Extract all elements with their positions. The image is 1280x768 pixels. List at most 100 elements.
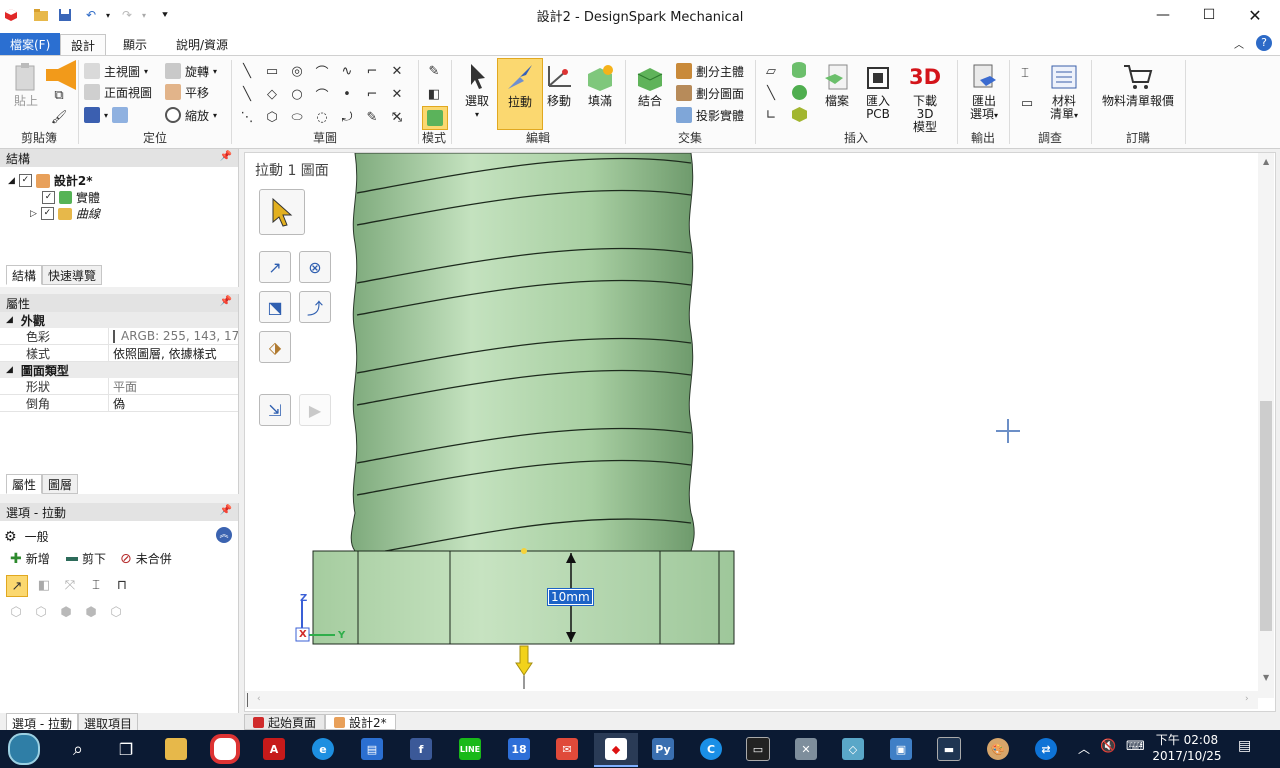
- offset-face-icon[interactable]: ⬢: [56, 602, 76, 622]
- home-view-button[interactable]: 主視圖 ▾: [84, 61, 148, 81]
- origin-icon[interactable]: ∟: [762, 106, 780, 124]
- spline-icon[interactable]: ∿: [338, 62, 356, 80]
- volume-muted-icon[interactable]: 🔇: [1100, 739, 1116, 754]
- scroll-right-icon[interactable]: ›: [1245, 694, 1249, 704]
- cylinder-icon[interactable]: [792, 62, 806, 78]
- tab-display[interactable]: 顯示: [113, 34, 157, 55]
- three-point-circle-icon[interactable]: ○: [288, 85, 306, 103]
- up-to-guide-button[interactable]: ⇲: [259, 394, 291, 426]
- corner-icon[interactable]: ⌐: [363, 62, 381, 80]
- tangent-line-icon[interactable]: ╲: [238, 85, 256, 103]
- pin-icon[interactable]: 📌: [220, 151, 232, 162]
- notification-icon[interactable]: ▤: [1238, 738, 1251, 754]
- measure-icon[interactable]: ⌶: [1016, 64, 1034, 82]
- select-guide-button[interactable]: [259, 189, 305, 235]
- import-pcb-button[interactable]: 匯入 PCB: [856, 62, 900, 121]
- tab-file[interactable]: 檔案(F): [0, 33, 61, 55]
- sweep-icon[interactable]: ⤧: [60, 575, 80, 595]
- fill-button[interactable]: 填滿: [578, 62, 622, 108]
- model-canvas[interactable]: [245, 153, 1263, 698]
- dimension-input[interactable]: 10mm: [547, 588, 594, 606]
- scroll-up-icon[interactable]: ▲: [1263, 157, 1269, 166]
- checkbox-icon[interactable]: ✓: [40, 207, 54, 220]
- pin-icon[interactable]: 📌: [220, 505, 232, 516]
- vertical-scrollbar[interactable]: ▲ ▼: [1258, 153, 1274, 698]
- network-tool-icon[interactable]: ✕: [786, 733, 826, 765]
- facebook-icon[interactable]: f: [401, 733, 441, 765]
- revolve-guide-button[interactable]: ⊗: [299, 251, 331, 283]
- pencil-icon[interactable]: ✎: [363, 108, 381, 126]
- circle-icon[interactable]: ◎: [288, 62, 306, 80]
- point-icon[interactable]: •: [338, 85, 356, 103]
- tab-design-doc[interactable]: 設計2*: [325, 714, 396, 730]
- offset-icon[interactable]: ⌐: [363, 85, 381, 103]
- terminal-icon[interactable]: ▭: [738, 733, 778, 765]
- both-sides-icon[interactable]: ⬡: [6, 602, 26, 622]
- tree-root[interactable]: ◢ ✓ 設計2*: [8, 172, 93, 189]
- collapse-arrow-icon[interactable]: ◢: [8, 176, 15, 186]
- revolve-icon[interactable]: ◧: [34, 575, 54, 595]
- scroll-left-icon[interactable]: ‹: [257, 694, 261, 704]
- split-body-button[interactable]: 劃分主體: [676, 61, 744, 81]
- blend-icon[interactable]: ⊓: [112, 575, 132, 595]
- python-icon[interactable]: Py: [643, 733, 683, 765]
- property-value[interactable]: 依照圖層, 依據樣式: [108, 345, 238, 361]
- collapse-section-icon[interactable]: ︽: [216, 527, 232, 543]
- tab-structure[interactable]: 結構: [6, 265, 43, 285]
- collapse-arrow-icon[interactable]: ◢: [6, 365, 13, 375]
- reader-icon[interactable]: ▤: [352, 733, 392, 765]
- tree-item-curves[interactable]: ▷ ✓ 曲線: [30, 205, 100, 222]
- bom-button[interactable]: 材料 清單▾: [1042, 62, 1086, 122]
- project-button[interactable]: 投影實體: [676, 105, 744, 125]
- polygon-icon[interactable]: ⬡: [263, 108, 281, 126]
- shell-icon[interactable]: [792, 107, 807, 122]
- chrome-icon[interactable]: [205, 733, 245, 765]
- draft-icon[interactable]: ⌶: [86, 575, 106, 595]
- property-category-appearance[interactable]: ◢ 外觀: [0, 312, 238, 328]
- teamviewer-icon[interactable]: ⇄: [1026, 733, 1066, 765]
- start-button[interactable]: [4, 733, 44, 765]
- search-icon[interactable]: ⌕: [58, 733, 98, 765]
- line-icon[interactable]: ╲: [238, 62, 256, 80]
- plane-icon[interactable]: ▱: [762, 62, 780, 80]
- direction-guide-button[interactable]: ↗: [259, 251, 291, 283]
- tab-help[interactable]: 說明/資源: [166, 34, 238, 55]
- tray-chevron-icon[interactable]: ︿: [1078, 740, 1090, 757]
- add-option[interactable]: ✚ 新增: [10, 550, 50, 567]
- copy-icon[interactable]: ⧉: [50, 86, 68, 104]
- tab-properties[interactable]: 屬性: [6, 474, 43, 494]
- draft-guide-button[interactable]: ⬔: [259, 291, 291, 323]
- collapse-arrow-icon[interactable]: ◢: [6, 315, 13, 325]
- paint-icon[interactable]: 🎨: [978, 733, 1018, 765]
- view-cube-button[interactable]: ▾: [84, 105, 129, 125]
- pdf-icon[interactable]: A: [254, 733, 294, 765]
- task-view-icon[interactable]: ❐: [106, 733, 146, 765]
- export-options-button[interactable]: 匯出 選項▾: [962, 62, 1006, 122]
- gmail-icon[interactable]: ✉: [547, 733, 587, 765]
- property-row-style[interactable]: 樣式 依照圖層, 依據樣式: [0, 345, 238, 362]
- help-icon[interactable]: ?: [1256, 35, 1272, 51]
- property-category-face-type[interactable]: ◢ 圖面類型: [0, 362, 238, 378]
- rotate-button[interactable]: 旋轉 ▾: [165, 61, 217, 81]
- zoom-button[interactable]: 縮放 ▾: [165, 105, 217, 125]
- cube-app-icon[interactable]: ◇: [833, 733, 873, 765]
- vertical-scroll-thumb[interactable]: [1260, 401, 1272, 631]
- design-viewport[interactable]: 拉動 1 圖面 10mm Z Y X ↗ ⊗ ⬔ ⤴ ⬗ ⇲ ▶ ▲ ▼ ‹ ›: [244, 152, 1276, 712]
- arc-3pt-icon[interactable]: ⤾: [338, 108, 356, 126]
- clock[interactable]: 下午 02:08 2017/10/25: [1152, 732, 1222, 764]
- calendar-icon[interactable]: 18: [499, 733, 539, 765]
- ellipse-icon[interactable]: ⬭: [288, 108, 306, 126]
- pan-button[interactable]: 平移: [165, 82, 209, 102]
- sweep-guide-button[interactable]: ⤴: [299, 291, 331, 323]
- tab-quick-nav[interactable]: 快速導覽: [42, 265, 103, 285]
- cut-option[interactable]: 剪下: [66, 550, 106, 567]
- minimize-button[interactable]: —: [1140, 0, 1186, 30]
- pin-icon[interactable]: 📌: [220, 296, 232, 307]
- sphere-icon[interactable]: [792, 85, 807, 100]
- horizontal-scrollbar[interactable]: ‹ ›: [245, 691, 1258, 709]
- scale-guide-button[interactable]: ⬗: [259, 331, 291, 363]
- property-value[interactable]: ARGB: 255, 143, 175: [108, 328, 238, 344]
- copy-edge-icon[interactable]: ⬡: [106, 602, 126, 622]
- rectangle-icon[interactable]: ▭: [263, 62, 281, 80]
- tree-item-solid[interactable]: ✓ 實體: [42, 189, 100, 206]
